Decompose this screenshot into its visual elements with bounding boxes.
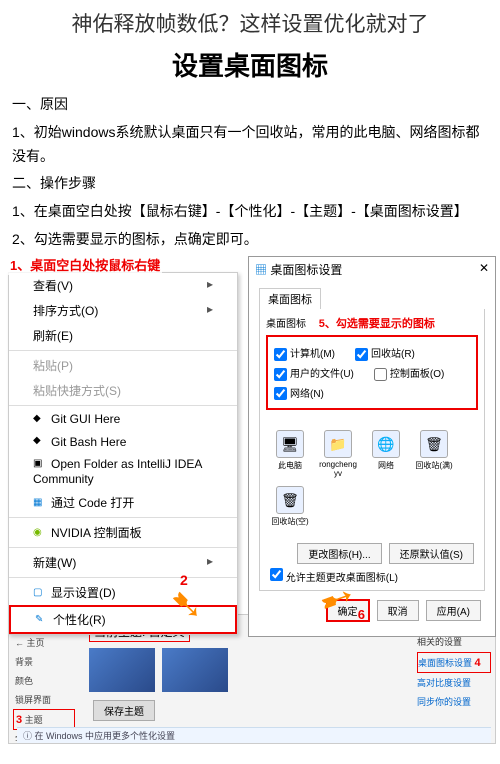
- theme-preview-current[interactable]: [162, 648, 228, 692]
- dialog-title-text: ▦ 桌面图标设置: [255, 261, 342, 278]
- chk-control-panel[interactable]: 控制面板(O): [374, 363, 444, 383]
- tab-desktop-icons[interactable]: 桌面图标: [259, 288, 321, 309]
- menu-separator: [9, 547, 237, 548]
- menu-new[interactable]: 新建(W): [9, 550, 237, 575]
- menu-git-bash[interactable]: ◆Git Bash Here: [9, 431, 237, 454]
- icon-network[interactable]: 🌐网络: [366, 430, 406, 478]
- icon-recycle-empty[interactable]: 🗑回收站(空): [270, 486, 310, 527]
- change-icon-button[interactable]: 更改图标(H)...: [297, 543, 381, 564]
- desktop-icon-settings-dialog: ▦ 桌面图标设置 ✕ 桌面图标 桌面图标 5、勾选需要显示的图标 计算机(M) …: [248, 256, 496, 638]
- menu-paste: 粘贴(P): [9, 353, 237, 378]
- icon-this-pc[interactable]: 🖥此电脑: [270, 430, 310, 478]
- dialog-titlebar: ▦ 桌面图标设置 ✕: [249, 257, 495, 282]
- chk-user-files[interactable]: 用户的文件(U): [274, 363, 354, 383]
- menu-nvidia[interactable]: ◉NVIDIA 控制面板: [9, 520, 237, 545]
- chk-computer[interactable]: 计算机(M): [274, 343, 335, 363]
- step-2: 2、勾选需要显示的图标，点确定即可。: [0, 226, 500, 254]
- section-title: 设置桌面图标: [0, 42, 500, 91]
- page-title: 神佑释放帧数低？这样设置优化就对了: [0, 0, 500, 42]
- icon-user[interactable]: 📁rongcheng yv: [318, 430, 358, 478]
- screenshot-composite: 1、桌面空白处按鼠标右键 查看(V) 排序方式(O) 刷新(E) 粘贴(P) 粘…: [0, 254, 500, 764]
- back-button[interactable]: ← 主页: [13, 633, 75, 652]
- theme-preview-dark[interactable]: [89, 648, 155, 692]
- group-label: 桌面图标 5、勾选需要显示的图标: [266, 315, 478, 331]
- vscode-icon: ▦: [33, 497, 47, 511]
- close-icon[interactable]: ✕: [479, 261, 489, 278]
- chk-network[interactable]: 网络(N): [274, 383, 324, 403]
- menu-git-gui[interactable]: ◆Git GUI Here: [9, 408, 237, 431]
- apply-button[interactable]: 应用(A): [426, 600, 481, 621]
- menu-separator: [9, 577, 237, 578]
- git-icon: ◆: [33, 435, 47, 449]
- menu-paste-shortcut: 粘贴快捷方式(S): [9, 378, 237, 403]
- reason-text: 1、初始windows系统默认桌面只有一个回收站，常用的此电脑、网络图标都没有。: [0, 119, 500, 171]
- menu-refresh[interactable]: 刷新(E): [9, 323, 237, 348]
- sidebar-item-color[interactable]: 颜色: [13, 671, 75, 690]
- menu-separator: [9, 350, 237, 351]
- icon-preview-row: 🖥此电脑 📁rongcheng yv 🌐网络 🗑回收站(满) 🗑回收站(空): [266, 414, 478, 539]
- settings-footer: ⓘ 在 Windows 中应用更多个性化设置: [17, 727, 491, 743]
- link-sync-settings[interactable]: 同步你的设置: [417, 692, 491, 711]
- nvidia-icon: ◉: [33, 527, 47, 541]
- annotation-1: 1、桌面空白处按鼠标右键: [8, 254, 162, 275]
- steps-heading: 二、操作步骤: [0, 170, 500, 198]
- menu-open-code[interactable]: ▦通过 Code 打开: [9, 490, 237, 515]
- cancel-button[interactable]: 取消: [377, 600, 419, 621]
- menu-open-intellij[interactable]: ▣Open Folder as IntelliJ IDEA Community: [9, 453, 237, 490]
- git-icon: ◆: [33, 413, 47, 427]
- link-high-contrast[interactable]: 高对比度设置: [417, 673, 491, 692]
- annotation-5: 5、勾选需要显示的图标: [319, 318, 435, 330]
- restore-default-button[interactable]: 还原默认值(S): [389, 543, 474, 564]
- link-desktop-icon-settings[interactable]: 桌面图标设置 4: [417, 652, 491, 673]
- sidebar-item-background[interactable]: 背景: [13, 652, 75, 671]
- desktop-context-menu: 查看(V) 排序方式(O) 刷新(E) 粘贴(P) 粘贴快捷方式(S) ◆Git…: [8, 272, 238, 635]
- intellij-icon: ▣: [33, 458, 47, 472]
- chk-recycle[interactable]: 回收站(R): [355, 343, 415, 363]
- save-theme-button[interactable]: 保存主题: [93, 700, 155, 721]
- icon-recycle-full[interactable]: 🗑回收站(满): [414, 430, 454, 478]
- menu-separator: [9, 517, 237, 518]
- menu-sort[interactable]: 排序方式(O): [9, 298, 237, 323]
- annotation-2: 2: [180, 572, 188, 588]
- menu-separator: [9, 405, 237, 406]
- personalize-icon: ✎: [35, 614, 49, 628]
- reason-heading: 一、原因: [0, 91, 500, 119]
- display-icon: ▢: [33, 587, 47, 601]
- checkbox-group: 计算机(M) 回收站(R) 用户的文件(U) 控制面板(O) 网络(N): [266, 335, 478, 411]
- menu-view[interactable]: 查看(V): [9, 273, 237, 298]
- sidebar-item-lockscreen[interactable]: 锁屏界面: [13, 690, 75, 709]
- step-1: 1、在桌面空白处按【鼠标右键】-【个性化】-【主题】-【桌面图标设置】: [0, 198, 500, 226]
